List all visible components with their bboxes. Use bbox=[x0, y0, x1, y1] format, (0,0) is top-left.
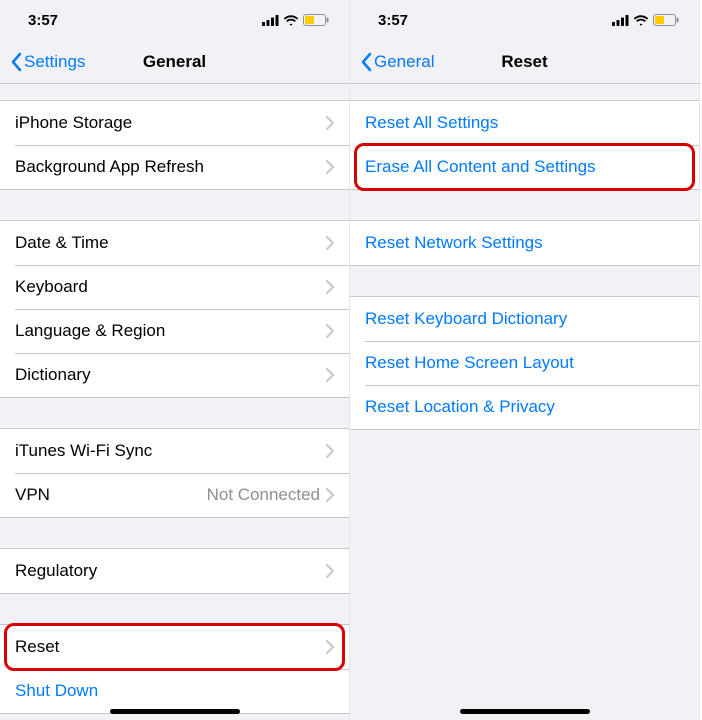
status-time: 3:57 bbox=[28, 12, 58, 29]
row-shut-down[interactable]: Shut Down bbox=[0, 669, 349, 713]
row-label: Reset bbox=[15, 637, 326, 657]
row-label: Regulatory bbox=[15, 561, 326, 581]
row-language-region[interactable]: Language & Region bbox=[0, 309, 349, 353]
battery-icon bbox=[653, 14, 679, 26]
settings-group: Reset All Settings Erase All Content and … bbox=[350, 100, 699, 190]
chevron-right-icon bbox=[326, 564, 334, 578]
cellular-icon bbox=[262, 15, 279, 26]
home-indicator[interactable] bbox=[110, 709, 240, 714]
settings-group: Reset Keyboard Dictionary Reset Home Scre… bbox=[350, 296, 699, 430]
chevron-right-icon bbox=[326, 324, 334, 338]
row-reset-all-settings[interactable]: Reset All Settings bbox=[350, 101, 699, 145]
row-date-time[interactable]: Date & Time bbox=[0, 221, 349, 265]
row-label: VPN bbox=[15, 485, 207, 505]
row-label: Erase All Content and Settings bbox=[365, 157, 684, 177]
chevron-right-icon bbox=[326, 488, 334, 502]
row-label: iTunes Wi-Fi Sync bbox=[15, 441, 326, 461]
row-label: Reset All Settings bbox=[365, 113, 684, 133]
battery-icon bbox=[303, 14, 329, 26]
row-erase-all-content-and-settings[interactable]: Erase All Content and Settings bbox=[350, 145, 699, 189]
settings-group: Date & Time Keyboard Language & Region Dict… bbox=[0, 220, 349, 398]
chevron-left-icon bbox=[10, 52, 22, 72]
row-label: Language & Region bbox=[15, 321, 326, 341]
wifi-icon bbox=[283, 15, 299, 26]
row-label: Reset Network Settings bbox=[365, 233, 684, 253]
cellular-icon bbox=[612, 15, 629, 26]
row-label: Keyboard bbox=[15, 277, 326, 297]
chevron-left-icon bbox=[360, 52, 372, 72]
status-time: 3:57 bbox=[378, 12, 408, 29]
row-itunes-wi-fi-sync[interactable]: iTunes Wi-Fi Sync bbox=[0, 429, 349, 473]
row-label: Reset Keyboard Dictionary bbox=[365, 309, 684, 329]
row-reset-home-screen-layout[interactable]: Reset Home Screen Layout bbox=[350, 341, 699, 385]
chevron-right-icon bbox=[326, 280, 334, 294]
settings-group: Reset Shut Down bbox=[0, 624, 349, 714]
chevron-right-icon bbox=[326, 640, 334, 654]
row-label: Background App Refresh bbox=[15, 157, 326, 177]
row-label: Shut Down bbox=[15, 681, 334, 701]
row-reset-location-privacy[interactable]: Reset Location & Privacy bbox=[350, 385, 699, 429]
phone-reset-screen: 3:57 General Reset Reset All Settings Era… bbox=[350, 0, 700, 720]
row-reset-network-settings[interactable]: Reset Network Settings bbox=[350, 221, 699, 265]
status-bar: 3:57 bbox=[350, 0, 699, 40]
row-label: Dictionary bbox=[15, 365, 326, 385]
row-label: Date & Time bbox=[15, 233, 326, 253]
row-keyboard[interactable]: Keyboard bbox=[0, 265, 349, 309]
status-bar: 3:57 bbox=[0, 0, 349, 40]
settings-group: iPhone Storage Background App Refresh bbox=[0, 100, 349, 190]
home-indicator[interactable] bbox=[460, 709, 590, 714]
settings-group: Reset Network Settings bbox=[350, 220, 699, 266]
row-dictionary[interactable]: Dictionary bbox=[0, 353, 349, 397]
row-vpn[interactable]: VPNNot Connected bbox=[0, 473, 349, 517]
back-button[interactable]: Settings bbox=[0, 52, 85, 72]
back-label: General bbox=[374, 52, 434, 72]
nav-bar: General Reset bbox=[350, 40, 699, 84]
chevron-right-icon bbox=[326, 444, 334, 458]
back-button[interactable]: General bbox=[350, 52, 434, 72]
status-indicators bbox=[262, 14, 329, 26]
row-reset-keyboard-dictionary[interactable]: Reset Keyboard Dictionary bbox=[350, 297, 699, 341]
row-iphone-storage[interactable]: iPhone Storage bbox=[0, 101, 349, 145]
row-label: Reset Location & Privacy bbox=[365, 397, 684, 417]
settings-group: iTunes Wi-Fi Sync VPNNot Connected bbox=[0, 428, 349, 518]
nav-bar: Settings General bbox=[0, 40, 349, 84]
row-value: Not Connected bbox=[207, 485, 320, 505]
row-background-app-refresh[interactable]: Background App Refresh bbox=[0, 145, 349, 189]
chevron-right-icon bbox=[326, 368, 334, 382]
reset-list: Reset All Settings Erase All Content and … bbox=[350, 100, 699, 430]
settings-list: iPhone Storage Background App Refresh Date… bbox=[0, 100, 349, 714]
row-reset[interactable]: Reset bbox=[0, 625, 349, 669]
status-indicators bbox=[612, 14, 679, 26]
chevron-right-icon bbox=[326, 160, 334, 174]
row-label: Reset Home Screen Layout bbox=[365, 353, 684, 373]
settings-group: Regulatory bbox=[0, 548, 349, 594]
chevron-right-icon bbox=[326, 236, 334, 250]
phone-general-screen: 3:57 Settings General iPhone Storage Back… bbox=[0, 0, 350, 720]
chevron-right-icon bbox=[326, 116, 334, 130]
row-regulatory[interactable]: Regulatory bbox=[0, 549, 349, 593]
row-label: iPhone Storage bbox=[15, 113, 326, 133]
back-label: Settings bbox=[24, 52, 85, 72]
wifi-icon bbox=[633, 15, 649, 26]
